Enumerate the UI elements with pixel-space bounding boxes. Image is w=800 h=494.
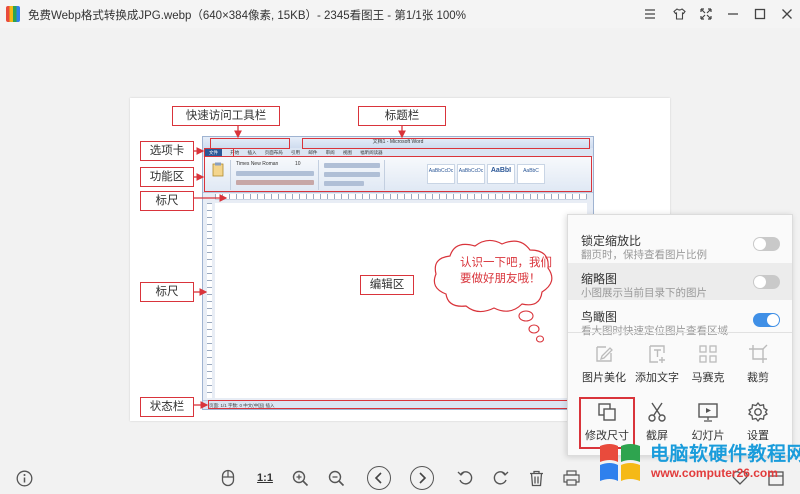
setting-thumbnail[interactable]: 缩略图 小图展示当前目录下的图片 — [568, 263, 792, 300]
watermark-url: www.computer26.com — [651, 466, 778, 480]
gear-icon — [748, 401, 768, 423]
windows-logo-watermark — [600, 444, 640, 481]
delete-icon[interactable] — [526, 466, 546, 490]
window-title: 免费Webp格式转换成JPG.webp（640×384像素, 15KB）- 23… — [28, 10, 466, 22]
rotate-left-icon[interactable] — [455, 466, 475, 490]
rotate-right-icon[interactable] — [490, 466, 510, 490]
more-tools-panel: 锁定缩放比 翻页时，保持查看图片比例 缩略图 小图展示当前目录下的图片 鸟瞰图 … — [567, 214, 793, 456]
thumbnail-toggle[interactable] — [753, 275, 780, 289]
print-icon[interactable] — [561, 466, 581, 490]
watermark-text: 电脑软硬件教程网 — [650, 444, 800, 465]
tool-beautify[interactable]: 图片美化 — [578, 343, 630, 389]
tool-label: 图片美化 — [582, 372, 626, 384]
setting-desc: 小图展示当前目录下的图片 — [581, 287, 707, 299]
app-logo-icon — [6, 6, 20, 22]
skin-icon[interactable] — [666, 0, 692, 28]
next-image-button[interactable] — [410, 466, 434, 490]
tool-label: 裁剪 — [747, 372, 769, 384]
fullscreen-icon[interactable] — [693, 0, 719, 28]
bubble-text-line1: 认识一下吧，我们 — [460, 257, 552, 269]
crop-icon — [749, 344, 768, 363]
setting-desc: 翻页时，保持查看图片比例 — [581, 249, 707, 261]
setting-desc: 看大图时快速定位图片查看区域 — [581, 325, 728, 337]
tool-add-text[interactable]: 添加文字 — [631, 343, 683, 389]
maximize-icon[interactable] — [747, 0, 773, 28]
slideshow-icon — [698, 403, 718, 422]
minimize-icon[interactable] — [720, 0, 746, 28]
previous-image-button[interactable] — [367, 466, 391, 490]
close-icon[interactable] — [774, 0, 800, 28]
scissors-icon — [648, 402, 666, 422]
add-text-icon — [649, 345, 665, 363]
mosaic-icon — [699, 345, 717, 363]
tool-crop[interactable]: 裁剪 — [732, 343, 784, 389]
tool-mosaic[interactable]: 马赛克 — [682, 343, 734, 389]
panel-divider — [568, 332, 792, 333]
info-icon[interactable] — [14, 466, 34, 490]
edit-icon — [596, 346, 613, 362]
bubble-text-line2: 要做好朋友哦！ — [460, 273, 541, 285]
title-bar: 免费Webp格式转换成JPG.webp（640×384像素, 15KB）- 23… — [0, 0, 800, 28]
tool-label: 马赛克 — [691, 372, 725, 384]
zoom-out-icon[interactable] — [326, 466, 346, 490]
thought-bubble — [433, 239, 553, 343]
resize-icon — [598, 403, 616, 421]
setting-lock-zoom[interactable]: 锁定缩放比 翻页时，保持查看图片比例 — [568, 225, 792, 262]
window-controls — [636, 0, 800, 28]
birds-eye-toggle[interactable] — [753, 313, 780, 327]
actual-size-button[interactable]: 1:1 — [254, 466, 276, 490]
zoom-in-icon[interactable] — [290, 466, 310, 490]
lock-zoom-toggle[interactable] — [753, 237, 780, 251]
mouse-mode-icon[interactable] — [218, 466, 238, 490]
tool-label: 添加文字 — [635, 372, 679, 384]
menu-icon[interactable] — [637, 0, 663, 28]
